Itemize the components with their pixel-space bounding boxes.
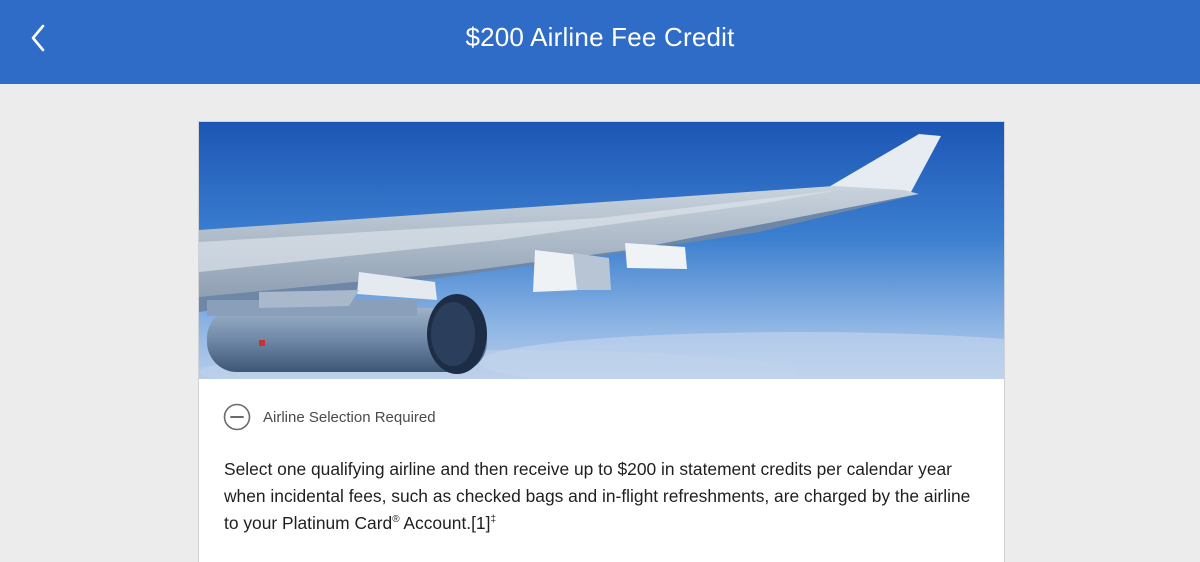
status-row: Airline Selection Required: [223, 402, 436, 432]
app-header: $200 Airline Fee Credit: [0, 0, 1200, 84]
registered-mark: ®: [392, 514, 400, 526]
benefit-description: Select one qualifying airline and then r…: [224, 456, 984, 537]
hero-image: [199, 122, 1004, 379]
description-account: Account.[1]: [399, 513, 491, 533]
page-title: $200 Airline Fee Credit: [465, 22, 735, 52]
minus-circle-icon: [223, 403, 251, 431]
status-label: Airline Selection Required: [263, 408, 436, 426]
description-text: Select one qualifying airline and then r…: [224, 459, 971, 533]
benefit-card: Airline Selection Required Select one qu…: [198, 121, 1005, 562]
footnote-mark[interactable]: ‡: [490, 514, 496, 525]
